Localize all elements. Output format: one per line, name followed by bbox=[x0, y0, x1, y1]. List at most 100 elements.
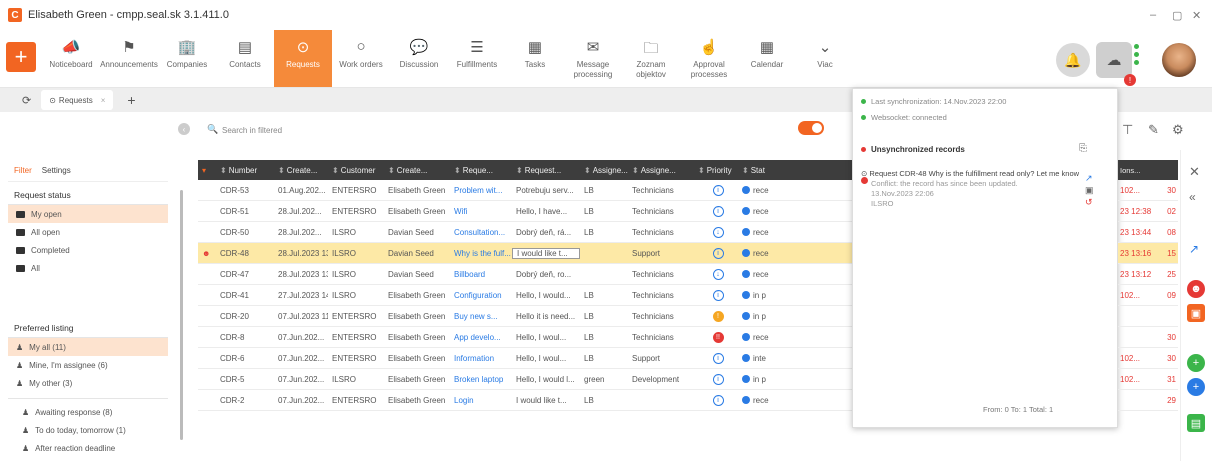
cell-req[interactable]: Problem wit... bbox=[450, 186, 512, 195]
status-item[interactable]: All bbox=[8, 259, 168, 277]
sync-cloud-icon[interactable]: ☁ bbox=[1096, 42, 1132, 78]
sub-label: After reaction deadline bbox=[35, 443, 116, 453]
maximize-icon[interactable]: ▢ bbox=[1172, 9, 1182, 22]
select-col-icon[interactable]: ▾ bbox=[198, 166, 216, 175]
collapse-left-icon[interactable]: ‹ bbox=[178, 123, 190, 135]
column-header[interactable]: ⬍ Stat bbox=[738, 166, 776, 175]
export-icon[interactable]: ▤ bbox=[1187, 414, 1205, 432]
table-row[interactable]: CDR-53 01.Aug.202... ENTERSRO Elisabeth Gre… bbox=[198, 180, 858, 201]
column-header[interactable]: ⬍ Number bbox=[216, 166, 274, 175]
cell-req[interactable]: Configuration bbox=[450, 291, 512, 300]
unsync-record[interactable]: ⊙ Request CDR-48 Why is the fulfillment … bbox=[861, 169, 1081, 209]
add-green-icon[interactable]: + bbox=[1187, 354, 1205, 372]
table-row[interactable]: CDR-50 28.Jul.202... ILSRO Davian Seed Consu… bbox=[198, 222, 858, 243]
status-item[interactable]: My open bbox=[8, 205, 168, 223]
table-row[interactable]: CDR-2 07.Jun.202... ENTERSRO Elisabeth Gree… bbox=[198, 390, 858, 411]
cell-date: 07.Jul.2023 11:25 bbox=[278, 311, 328, 321]
ribbon-item-11[interactable]: ☝ Approval processes bbox=[680, 30, 738, 87]
sync-popup: Last synchronization: 14.Nov.2023 22:00 … bbox=[852, 88, 1118, 428]
status-item[interactable]: All open bbox=[8, 223, 168, 241]
tab-filter[interactable]: Filter bbox=[14, 166, 32, 175]
sub-item[interactable]: ♟ To do today, tomorrow (1) bbox=[8, 421, 168, 439]
ribbon-item-9[interactable]: ✉ Message processing bbox=[564, 30, 622, 87]
column-header[interactable]: ⬍ Customer bbox=[328, 166, 384, 175]
cell-req[interactable]: Broken laptop bbox=[450, 375, 512, 384]
tab-requests[interactable]: ⊙ Requests × bbox=[41, 90, 114, 110]
tab-settings[interactable]: Settings bbox=[42, 166, 71, 175]
minimize-icon[interactable]: – bbox=[1150, 9, 1156, 21]
sub-item[interactable]: ♟ Awaiting response (8) bbox=[8, 403, 168, 421]
save-record-icon[interactable]: ▣ bbox=[1085, 185, 1094, 196]
right-header: Ions... bbox=[1118, 160, 1178, 180]
preferred-item[interactable]: ♟ My all (11) bbox=[8, 338, 168, 356]
right-cell-num: 08 bbox=[1167, 227, 1176, 237]
revert-record-icon[interactable]: ↺ bbox=[1085, 197, 1093, 208]
cell-req[interactable]: Billboard bbox=[450, 270, 512, 279]
close-window-icon[interactable]: ✕ bbox=[1192, 9, 1201, 22]
add-blue-icon[interactable]: + bbox=[1187, 378, 1205, 396]
save-icon[interactable]: ▣ bbox=[1187, 304, 1205, 322]
preferred-item[interactable]: ♟ My other (3) bbox=[8, 374, 168, 392]
table-row[interactable]: CDR-5 07.Jun.202... ILSRO Elisabeth Green Br… bbox=[198, 369, 858, 390]
ribbon-item-13[interactable]: ⌄ Viac bbox=[796, 30, 854, 87]
sort-icon: ⬍ bbox=[388, 165, 395, 175]
table-row[interactable]: CDR-41 27.Jul.2023 14:16 ILSRO Elisabeth Gr… bbox=[198, 285, 858, 306]
ribbon-item-5[interactable]: ○ Work orders bbox=[332, 30, 390, 87]
cell-req[interactable]: App develo... bbox=[450, 333, 512, 342]
edit-columns-icon[interactable]: ✎ bbox=[1148, 122, 1159, 138]
refresh-icon[interactable]: ⟳ bbox=[22, 94, 31, 107]
ribbon-item-10[interactable]: 🗀 Zoznam objektov bbox=[622, 30, 680, 87]
cell-req[interactable]: Buy new s... bbox=[450, 312, 512, 321]
search-input[interactable]: Search in filtered bbox=[222, 126, 282, 135]
status-item[interactable]: Completed bbox=[8, 241, 168, 259]
new-tab-icon[interactable]: + bbox=[127, 92, 135, 108]
table-row[interactable]: CDR-8 07.Jun.202... ENTERSRO Elisabeth Gree… bbox=[198, 327, 858, 348]
sub-item[interactable]: ♟ After reaction deadline bbox=[8, 439, 168, 457]
column-header[interactable]: ⬍ Request... bbox=[512, 166, 580, 175]
ribbon-item-4[interactable]: ⊙ Requests bbox=[274, 30, 332, 87]
sidebar-scrollbar[interactable] bbox=[180, 190, 183, 440]
filter-add-icon[interactable]: ⊤ bbox=[1122, 122, 1133, 138]
column-header[interactable]: ⬍ Create... bbox=[384, 166, 450, 175]
ribbon-item-8[interactable]: ▦ Tasks bbox=[506, 30, 564, 87]
cell-req[interactable]: Why is the fulf... bbox=[450, 249, 512, 258]
megaphone-icon: 📣 bbox=[61, 39, 81, 56]
collapse-right-icon[interactable]: « bbox=[1189, 190, 1196, 204]
cell-req[interactable]: Login bbox=[450, 396, 512, 405]
cell-req[interactable]: Wifi bbox=[450, 207, 512, 216]
column-header[interactable]: ⬍ Priority bbox=[694, 166, 738, 175]
cell-req[interactable]: Consultation... bbox=[450, 228, 512, 237]
column-header[interactable]: ⬍ Create... bbox=[274, 166, 328, 175]
filter-toggle[interactable] bbox=[798, 121, 824, 135]
close-panel-icon[interactable]: ✕ bbox=[1189, 164, 1200, 180]
table-row[interactable]: ☻ CDR-48 28.Jul.2023 13:14 ILSRO Davian Seed… bbox=[198, 243, 858, 264]
right-row: 23 12:38 02 bbox=[1118, 201, 1178, 222]
ribbon-item-12[interactable]: ▦ Calendar bbox=[738, 30, 796, 87]
column-header[interactable]: ⬍ Assigne... bbox=[628, 166, 694, 175]
notification-bell-icon[interactable]: 🔔 bbox=[1056, 43, 1090, 77]
table-row[interactable]: CDR-47 28.Jul.2023 13:12 ILSRO Davian Seed B… bbox=[198, 264, 858, 285]
table-row[interactable]: CDR-51 28.Jul.202... ENTERSRO Elisabeth Gre… bbox=[198, 201, 858, 222]
user-avatar[interactable] bbox=[1162, 43, 1196, 77]
ribbon: + 📣 Noticeboard ⚑ Announcements 🏢 Companies ▤ C… bbox=[0, 30, 1212, 88]
column-header[interactable]: ⬍ Reque... bbox=[450, 166, 512, 175]
ribbon-item-6[interactable]: 💬 Discussion bbox=[390, 30, 448, 87]
tasks-icon: ▦ bbox=[527, 39, 543, 56]
open-record-icon[interactable]: ↗ bbox=[1085, 173, 1093, 184]
open-external-icon[interactable]: ↗ bbox=[1189, 242, 1199, 256]
column-header[interactable]: ⬍ Assigne... bbox=[580, 166, 628, 175]
ribbon-item-7[interactable]: ☰ Fulfillments bbox=[448, 30, 506, 87]
alert-icon[interactable]: ☻ bbox=[1187, 280, 1205, 298]
preferred-item[interactable]: ♟ Mine, I'm assignee (6) bbox=[8, 356, 168, 374]
sync-all-icon[interactable]: ⎘ bbox=[1079, 143, 1087, 154]
table-row[interactable]: CDR-20 07.Jul.2023 11:25 ENTERSRO Elisabeth… bbox=[198, 306, 858, 327]
tab-close-icon[interactable]: × bbox=[101, 96, 106, 105]
settings-grid-icon[interactable]: ⚙ bbox=[1172, 122, 1184, 138]
ribbon-item-0[interactable]: 📣 Noticeboard bbox=[42, 30, 100, 87]
add-new-button[interactable]: + bbox=[6, 42, 36, 72]
ribbon-item-3[interactable]: ▤ Contacts bbox=[216, 30, 274, 87]
cell-req[interactable]: Information bbox=[450, 354, 512, 363]
ribbon-item-2[interactable]: 🏢 Companies bbox=[158, 30, 216, 87]
table-row[interactable]: CDR-6 07.Jun.202... ENTERSRO Elisabeth Gree… bbox=[198, 348, 858, 369]
ribbon-item-1[interactable]: ⚑ Announcements bbox=[100, 30, 158, 87]
